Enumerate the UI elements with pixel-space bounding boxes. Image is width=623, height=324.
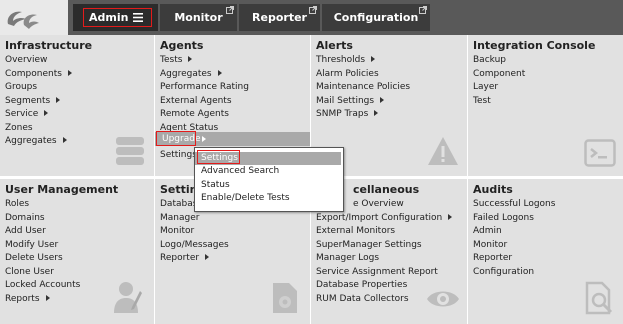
menu-item-test[interactable]: Test	[473, 95, 525, 109]
menu-item-component[interactable]: Component	[473, 68, 525, 82]
audit-search-icon	[585, 281, 613, 315]
tab-configuration-label: Configuration	[333, 11, 419, 24]
menu-item-export-import-configuration[interactable]: Export/Import Configuration	[316, 212, 453, 226]
menu-item-performance-rating[interactable]: Performance Rating	[160, 81, 249, 95]
menu-item-modify-user[interactable]: Modify User	[5, 239, 80, 253]
panel-title-agents: Agents	[160, 39, 204, 52]
submenu-arrow-icon	[371, 56, 376, 62]
panel-title-user-management: User Management	[5, 183, 119, 196]
panel-audits: Audits Successful Logons Failed Logons A…	[468, 179, 623, 324]
panel-user-management: User Management Roles Domains Add User M…	[0, 179, 154, 324]
menu-item-segments[interactable]: Segments	[5, 95, 72, 109]
submenu-arrow-icon	[44, 110, 49, 116]
panel-title-infrastructure: Infrastructure	[5, 39, 93, 52]
menu-item-service-assignment-report[interactable]: Service Assignment Report	[316, 266, 452, 280]
panel-title-integration-console: Integration Console	[473, 39, 596, 52]
submenu-arrow-icon	[62, 137, 67, 143]
menu-item-alarm-policies[interactable]: Alarm Policies	[316, 68, 410, 82]
tab-reporter[interactable]: Reporter	[239, 4, 320, 31]
eye-icon	[427, 291, 459, 307]
external-link-icon[interactable]	[419, 6, 427, 14]
settings-highlight-box	[197, 150, 240, 164]
settings-document-icon	[273, 283, 297, 313]
menu-item-overview[interactable]: Overview	[5, 54, 72, 68]
submenu-arrow-icon	[217, 69, 222, 76]
submenu-item-status[interactable]: Status	[195, 179, 341, 192]
menu-item-service[interactable]: Service	[5, 108, 72, 122]
menu-item-clone-user[interactable]: Clone User	[5, 266, 80, 280]
tab-admin[interactable]: Admin	[73, 4, 158, 31]
submenu-arrow-icon	[205, 254, 210, 260]
panel-infrastructure: Infrastructure Overview Components Group…	[0, 35, 154, 176]
menu-item-admin[interactable]: Admin	[473, 225, 555, 239]
menu-item-reports[interactable]: Reports	[5, 293, 80, 307]
menu-item-monitor[interactable]: Monitor	[473, 239, 555, 253]
menu-item-thresholds[interactable]: Thresholds	[316, 54, 410, 68]
eg-logo[interactable]	[0, 0, 68, 35]
menu-item-mail-settings[interactable]: Mail Settings	[316, 95, 410, 109]
menu-item-manager[interactable]: Manager	[160, 212, 229, 226]
menu-item-aggregates[interactable]: Aggregates	[5, 135, 72, 149]
panel-title-alerts: Alerts	[316, 39, 353, 52]
menu-item-manager-logs[interactable]: Manager Logs	[316, 252, 452, 266]
panel-title-audits: Audits	[473, 183, 513, 196]
menu-item-successful-logons[interactable]: Successful Logons	[473, 198, 555, 212]
menu-item-delete-users[interactable]: Delete Users	[5, 252, 80, 266]
submenu-arrow-icon	[380, 96, 385, 103]
submenu-item-advanced-search[interactable]: Advanced Search	[195, 165, 341, 178]
tab-monitor[interactable]: Monitor	[160, 4, 237, 31]
menu-item-snmp-traps[interactable]: SNMP Traps	[316, 108, 410, 122]
console-icon	[584, 139, 616, 167]
menu-item-configuration[interactable]: Configuration	[473, 266, 555, 280]
menu-item-locked-accounts[interactable]: Locked Accounts	[5, 279, 80, 293]
menu-item-maintenance-policies[interactable]: Maintenance Policies	[316, 81, 410, 95]
tab-reporter-label: Reporter	[252, 11, 307, 24]
upgrade-submenu: Settings Advanced Search Status Enable/D…	[194, 147, 344, 212]
submenu-arrow-icon	[374, 110, 379, 116]
top-nav-bar: Admin Monitor Reporter Configuration	[0, 0, 623, 35]
menu-item-reporter[interactable]: Reporter	[473, 252, 555, 266]
eg-logo-icon	[7, 11, 39, 29]
submenu-item-enable-delete-tests[interactable]: Enable/Delete Tests	[195, 192, 341, 205]
hamburger-menu-icon[interactable]	[133, 13, 143, 22]
menu-item-external-monitors[interactable]: External Monitors	[316, 225, 452, 239]
submenu-arrow-icon	[448, 213, 453, 220]
menu-item-aggregates[interactable]: Aggregates	[160, 68, 249, 82]
user-edit-icon	[114, 282, 142, 313]
menu-item-domains[interactable]: Domains	[5, 212, 80, 226]
submenu-arrow-icon	[45, 294, 50, 301]
external-link-icon[interactable]	[226, 6, 234, 14]
panel-title-miscellaneous: cellaneous	[353, 183, 420, 196]
tab-monitor-label: Monitor	[174, 11, 223, 24]
menu-item-monitor[interactable]: Monitor	[160, 225, 229, 239]
server-stack-icon	[116, 137, 144, 165]
menu-item-reporter[interactable]: Reporter	[160, 252, 229, 266]
submenu-arrow-icon	[202, 136, 206, 142]
menu-item-zones[interactable]: Zones	[5, 122, 72, 136]
tab-admin-label: Admin	[89, 11, 129, 24]
submenu-arrow-icon	[56, 96, 61, 103]
menu-item-failed-logons[interactable]: Failed Logons	[473, 212, 555, 226]
panel-integration-console: Integration Console Backup Component Lay…	[468, 35, 623, 176]
menu-item-supermanager-settings[interactable]: SuperManager Settings	[316, 239, 452, 253]
menu-item-backup[interactable]: Backup	[473, 54, 525, 68]
warning-icon	[428, 137, 458, 165]
menu-item-external-agents[interactable]: External Agents	[160, 95, 249, 109]
menu-item-groups[interactable]: Groups	[5, 81, 72, 95]
menu-item-logo-messages[interactable]: Logo/Messages	[160, 239, 229, 253]
menu-item-tests[interactable]: Tests	[160, 54, 249, 68]
submenu-arrow-icon	[188, 56, 193, 62]
submenu-arrow-icon	[67, 69, 72, 76]
menu-item-remote-agents[interactable]: Remote Agents	[160, 108, 249, 122]
menu-item-layer[interactable]: Layer	[473, 81, 525, 95]
upgrade-highlight-box	[156, 131, 196, 146]
external-link-icon[interactable]	[309, 6, 317, 14]
menu-item-components[interactable]: Components	[5, 68, 72, 82]
menu-item-add-user[interactable]: Add User	[5, 225, 80, 239]
tab-configuration[interactable]: Configuration	[322, 4, 430, 31]
menu-item-roles[interactable]: Roles	[5, 198, 80, 212]
